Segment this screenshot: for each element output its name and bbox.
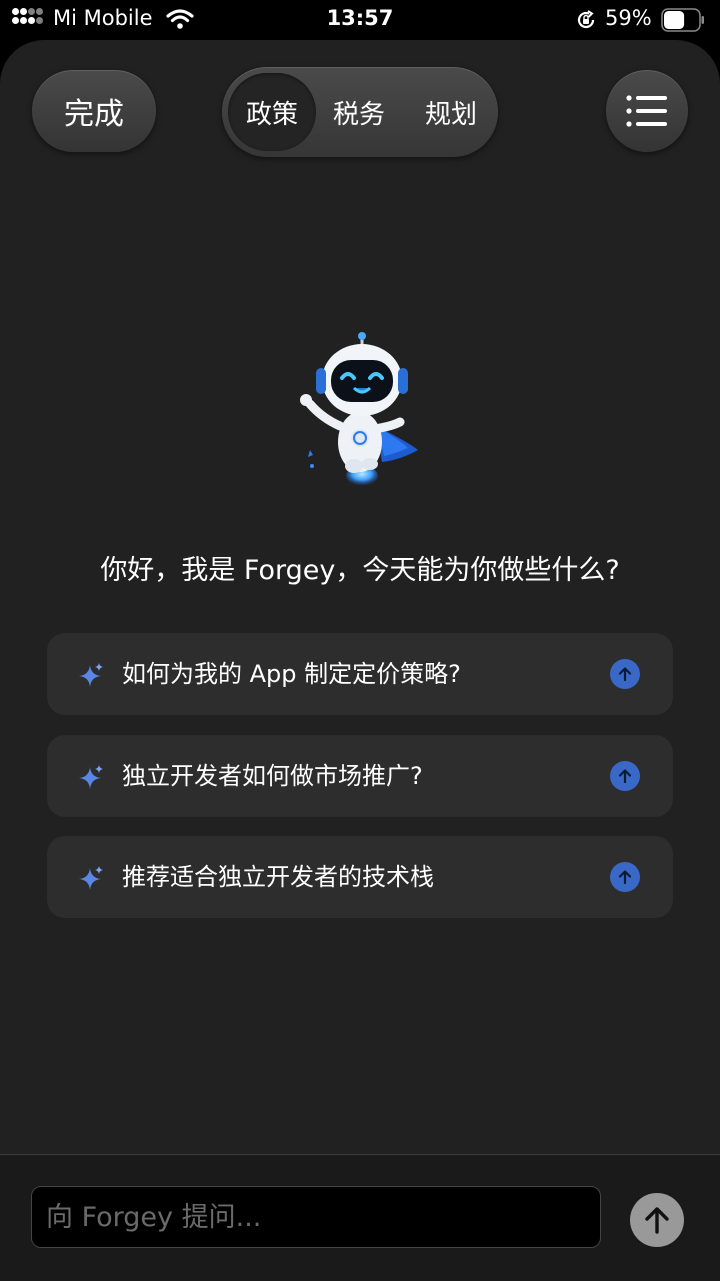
suggestion-text: 如何为我的 App 制定定价策略? bbox=[122, 660, 461, 688]
tab-planning[interactable]: 规划 bbox=[407, 73, 495, 151]
arrow-up-icon bbox=[618, 667, 632, 682]
suggestion-text: 独立开发者如何做市场推广? bbox=[122, 762, 423, 790]
send-suggestion-button[interactable] bbox=[610, 761, 640, 791]
arrow-up-icon bbox=[645, 1207, 669, 1234]
suggestion-card[interactable]: 独立开发者如何做市场推广? bbox=[47, 735, 673, 817]
composer-bar bbox=[0, 1154, 720, 1281]
suggestion-card[interactable]: 推荐适合独立开发者的技术栈 bbox=[47, 836, 673, 918]
tab-policy[interactable]: 政策 bbox=[228, 73, 316, 151]
tab-tax[interactable]: 税务 bbox=[315, 73, 403, 151]
rotation-lock-icon bbox=[577, 10, 595, 29]
status-bar: Mi Mobile 13:57 59% bbox=[0, 0, 720, 40]
suggestion-text: 推荐适合独立开发者的技术栈 bbox=[122, 863, 434, 891]
arrow-up-icon bbox=[618, 769, 632, 784]
battery-percentage: 59% bbox=[605, 6, 652, 30]
arrow-up-icon bbox=[618, 870, 632, 885]
battery-icon bbox=[661, 8, 704, 32]
sparkle-icon bbox=[79, 866, 103, 890]
send-button[interactable] bbox=[630, 1193, 684, 1247]
sparkle-icon bbox=[79, 765, 103, 789]
message-input[interactable] bbox=[31, 1186, 601, 1248]
category-segmented-control: 政策 税务 规划 bbox=[222, 67, 498, 157]
send-suggestion-button[interactable] bbox=[610, 659, 640, 689]
send-suggestion-button[interactable] bbox=[610, 862, 640, 892]
greeting-text: 你好，我是 Forgey，今天能为你做些什么? bbox=[100, 555, 620, 586]
chat-sheet: 完成 政策 税务 规划 你好，我是 Forgey，今天能为你做些什么? 如何为我… bbox=[0, 40, 720, 1281]
robot-mascot-icon bbox=[300, 332, 418, 486]
suggestion-card[interactable]: 如何为我的 App 制定定价策略? bbox=[47, 633, 673, 715]
menu-button[interactable] bbox=[606, 70, 688, 152]
done-button[interactable]: 完成 bbox=[32, 70, 156, 152]
list-icon bbox=[626, 95, 667, 127]
sparkle-icon bbox=[79, 663, 103, 687]
